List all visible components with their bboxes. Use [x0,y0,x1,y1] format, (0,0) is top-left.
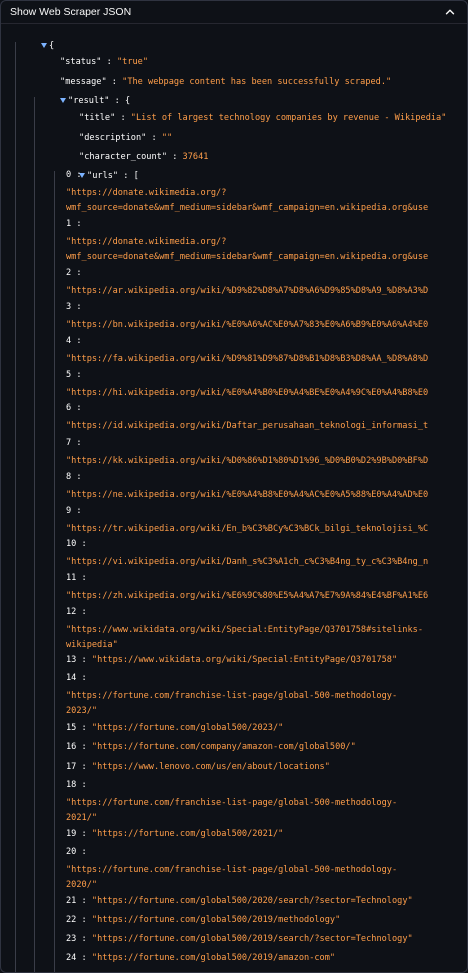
url-index: 12 [66,607,77,617]
url-index: 19 [66,829,77,839]
url-index: 15 [66,723,77,733]
url-value: "https://fortune.com/global500/2019/sear… [91,934,413,944]
url-index-row: 18 : [66,780,87,790]
url-value: "https://fortune.com/franchise-list-page… [66,691,398,701]
url-index-row: 1 : [66,219,82,229]
url-index: 11 [66,573,77,583]
url-index: 18 [66,780,77,790]
url-index: 13 [66,655,77,665]
url-index: 23 [66,934,77,944]
url-value: "https://fortune.com/global500/2020/sear… [91,896,413,906]
url-value-continued: wikipedia" [66,640,118,650]
url-index-row: 5 : [66,370,82,380]
url-value: "https://fa.wikipedia.org/wiki/%D9%81%D9… [66,354,429,364]
url-value-continued: 2021/" [66,813,98,823]
url-index-row: 20 : [66,847,87,857]
url-index-row: 14 : [66,673,87,683]
url-index-row: 3 : [66,302,82,312]
json-tree: { "status" : "true" "message" : "The web… [1,24,467,972]
url-value: "https://fortune.com/company/amazon-com/… [91,742,356,752]
url-value: "https://fortune.com/global500/2023/" [91,723,284,733]
url-index-row: 2 : [66,268,82,278]
url-value-continued: wmf_source=donate&wmf_medium=sidebar&wmf… [66,203,429,213]
url-value: "https://bn.wikipedia.org/wiki/%E0%A6%AC… [66,320,429,330]
url-value: "https://tr.wikipedia.org/wiki/En_b%C3%B… [66,524,429,534]
title-value: "List of largest technology companies by… [130,113,447,123]
url-item: 21 : "https://fortune.com/global500/2020… [66,896,413,906]
url-index-row: 9 : [66,506,82,516]
url-item: 22 : "https://fortune.com/global500/2019… [66,915,341,925]
url-index: 20 [66,847,77,857]
url-value: "https://hi.wikipedia.org/wiki/%E0%A4%B0… [66,388,429,398]
indent-guide [15,42,16,972]
url-value: "https://kk.wikipedia.org/wiki/%D0%86%D1… [66,456,429,466]
url-index-row: 6 : [66,403,82,413]
url-value: "https://www.wikidata.org/wiki/Special:E… [91,655,398,665]
url-index: 10 [66,539,77,549]
indent-guide [54,171,55,972]
url-index-row: 4 : [66,336,82,346]
url-value: "https://zh.wikipedia.org/wiki/%E6%9C%80… [66,591,429,601]
url-index: 21 [66,896,77,906]
url-index: 22 [66,915,77,925]
url-value: "https://fortune.com/global500/2021/" [91,829,284,839]
url-value: "https://www.lenovo.com/us/en/about/loca… [91,762,330,772]
json-viewer-panel: Show Web Scraper JSON { "status" : "true… [0,0,468,973]
url-value: "https://ar.wikipedia.org/wiki/%D9%82%D8… [66,286,429,296]
url-value: "https://www.wikidata.org/wiki/Special:E… [66,625,423,635]
indent-guide [34,97,35,972]
expander-header[interactable]: Show Web Scraper JSON [1,1,467,24]
url-index: 17 [66,762,77,772]
url-value: "https://id.wikipedia.org/wiki/Daftar_pe… [66,421,429,431]
url-value: "https://fortune.com/global500/2019/amaz… [91,953,336,963]
url-index: 14 [66,673,77,683]
url-value: "https://ne.wikipedia.org/wiki/%E0%A4%B8… [66,490,429,500]
url-index: 24 [66,953,77,963]
url-item: 15 : "https://fortune.com/global500/2023… [66,723,284,733]
url-item: 23 : "https://fortune.com/global500/2019… [66,934,413,944]
url-value: "https://fortune.com/franchise-list-page… [66,798,398,808]
character-count-value: 37641 [182,152,209,162]
url-value-continued: 2020/" [66,880,98,890]
url-item: 17 : "https://www.lenovo.com/us/en/about… [66,762,330,772]
url-index: 16 [66,742,77,752]
url-value-continued: wmf_source=donate&wmf_medium=sidebar&wmf… [66,252,429,262]
url-value: "https://fortune.com/global500/2019/meth… [91,915,341,925]
url-item: 13 : "https://www.wikidata.org/wiki/Spec… [66,655,398,665]
url-value: "https://donate.wikimedia.org/? [66,188,227,198]
url-index-row: 11 : [66,573,87,583]
url-item: 19 : "https://fortune.com/global500/2021… [66,829,284,839]
url-index-row: 0 : [66,170,82,180]
chevron-up-icon[interactable] [441,3,459,21]
url-item: 24 : "https://fortune.com/global500/2019… [66,953,336,963]
url-index-row: 8 : [66,472,82,482]
message-value: "The webpage content has been successful… [122,77,392,87]
expander-title: Show Web Scraper JSON [10,6,132,18]
url-index-row: 7 : [66,438,82,448]
url-value: "https://vi.wikipedia.org/wiki/Danh_s%C3… [66,557,429,567]
url-item: 16 : "https://fortune.com/company/amazon… [66,742,356,752]
url-value: "https://donate.wikimedia.org/? [66,237,227,247]
url-value-continued: 2023/" [66,706,98,716]
url-index-row: 10 : [66,539,87,549]
urls-key: "urls" [87,171,119,181]
url-value: "https://fortune.com/franchise-list-page… [66,865,398,875]
url-index-row: 12 : [66,607,87,617]
